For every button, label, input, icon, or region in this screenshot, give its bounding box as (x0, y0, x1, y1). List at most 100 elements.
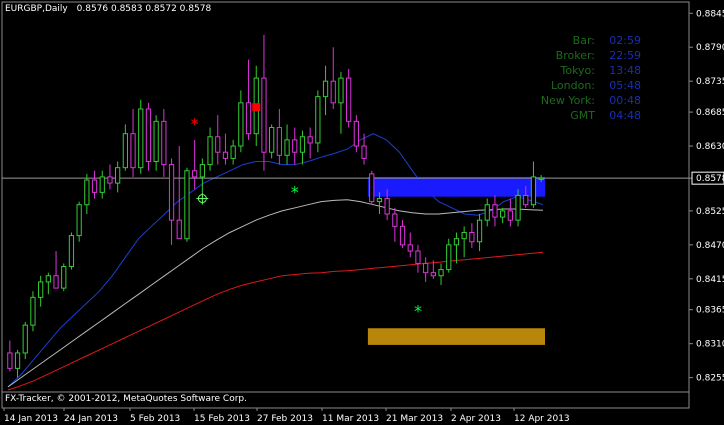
y-tick-label: 0.8415 (696, 275, 724, 285)
candle-body (446, 244, 452, 271)
candle-body (138, 108, 144, 169)
candle-body (53, 275, 59, 289)
candle-body (369, 173, 375, 203)
candle (76, 201, 82, 242)
session-label: Bar: (573, 34, 595, 47)
candle-body (361, 145, 367, 159)
candle-body (84, 179, 90, 206)
candle-body (207, 136, 213, 166)
candlestick-chart[interactable]: * * * 0.8845 0.8790 0.8735 0.8685 0.8630 0.8578… (0, 0, 724, 425)
candle-body (238, 102, 244, 147)
candle-body (269, 127, 275, 153)
buy-signal-star-icon: * (414, 302, 422, 321)
candle-body (168, 164, 175, 221)
candle-body (38, 281, 44, 298)
candle-body (122, 133, 128, 169)
candle-body (338, 77, 344, 104)
x-tick-label: 11 Mar 2013 (322, 414, 379, 424)
candle-body (276, 127, 282, 156)
y-tick-label: 0.8735 (696, 77, 724, 87)
candle-body (530, 176, 537, 206)
y-tick-label: 0.8578 (696, 174, 724, 184)
sell-signal-star-icon: * (191, 114, 199, 133)
candle (315, 90, 321, 153)
symbol-timeframe: EURGBP,Daily (5, 4, 68, 14)
candle (68, 232, 75, 270)
candle (346, 68, 352, 128)
candle-body (415, 250, 421, 264)
candle-body (284, 139, 290, 156)
candle-body (292, 139, 298, 153)
candle-body (68, 235, 75, 267)
session-value: 00:48 (609, 94, 641, 107)
candle (184, 167, 190, 242)
x-tick-label: 27 Feb 2013 (257, 414, 313, 424)
candle-body (299, 136, 306, 153)
candle-body (376, 198, 383, 203)
candle-body (453, 238, 460, 246)
candle-body (22, 324, 28, 354)
session-label: London: (551, 79, 595, 92)
x-tick-label: 2 Apr 2013 (451, 414, 501, 424)
candle-body (99, 176, 105, 193)
candle-body (184, 170, 190, 240)
candle-body (484, 204, 490, 221)
candle-body (500, 210, 506, 218)
x-tick-label: 12 Apr 2013 (514, 414, 570, 424)
y-tick-label: 0.8685 (696, 108, 724, 118)
chart-window[interactable]: * * * 0.8845 0.8790 0.8735 0.8685 0.8630 0.8578… (0, 0, 724, 425)
candle (145, 102, 152, 171)
footer-copyright: FX-Tracker, © 2001-2012, MetaQuotes Soft… (5, 394, 247, 404)
buy-signal-star-icon: * (291, 182, 299, 201)
candle-body (222, 151, 229, 159)
y-tick-label: 0.8790 (696, 43, 724, 53)
candle-body (392, 213, 398, 227)
candle-body (330, 80, 336, 104)
x-tick-label: 5 Feb 2013 (130, 414, 180, 424)
candle-body (307, 136, 313, 144)
candle (138, 99, 144, 174)
candle-body (199, 164, 205, 178)
candle-body (423, 262, 429, 274)
candle (30, 291, 36, 332)
candle-body (115, 167, 121, 184)
session-value: 22:59 (609, 49, 641, 62)
y-tick-label: 0.8630 (696, 142, 724, 152)
candle-body (322, 80, 329, 98)
candle-body (261, 77, 267, 153)
x-tick-label: 15 Feb 2013 (194, 414, 250, 424)
session-label: New York: (541, 94, 595, 107)
candle-body (107, 176, 113, 184)
candle-body (315, 96, 321, 144)
candle-body (30, 296, 36, 326)
target-zone (367, 328, 545, 345)
candle-body (507, 210, 513, 221)
candle-body (492, 204, 498, 218)
session-label: Tokyo: (559, 64, 595, 77)
candle-body (430, 272, 436, 277)
y-tick-label: 0.8255 (696, 374, 724, 384)
candle-body (76, 204, 82, 237)
candle-body (7, 352, 13, 369)
y-tick-label: 0.8365 (696, 306, 724, 316)
ohlc-values: 0.8576 0.8583 0.8572 0.8578 (77, 4, 212, 14)
candle-body (438, 269, 444, 277)
candle-body (192, 170, 198, 178)
candle-body (176, 219, 182, 240)
candle-body (91, 179, 98, 193)
candle-body (153, 120, 159, 162)
candle-body (45, 275, 51, 283)
candle-body (215, 136, 221, 153)
chart-header: EURGBP,Daily 0.8576 0.8583 0.8572 0.8578 (5, 4, 211, 14)
x-tick-label: 14 Jan 2013 (4, 414, 58, 424)
candle-body (476, 219, 483, 243)
candle-body (14, 352, 21, 369)
session-value: 04:48 (609, 109, 641, 122)
session-value: 05:48 (609, 79, 641, 92)
y-tick-label: 0.8845 (696, 9, 724, 19)
candle-body (461, 232, 467, 240)
y-tick-label: 0.8525 (696, 207, 724, 217)
candle-body (407, 244, 413, 252)
session-value: 13:48 (609, 64, 641, 77)
candle-body (515, 194, 521, 221)
